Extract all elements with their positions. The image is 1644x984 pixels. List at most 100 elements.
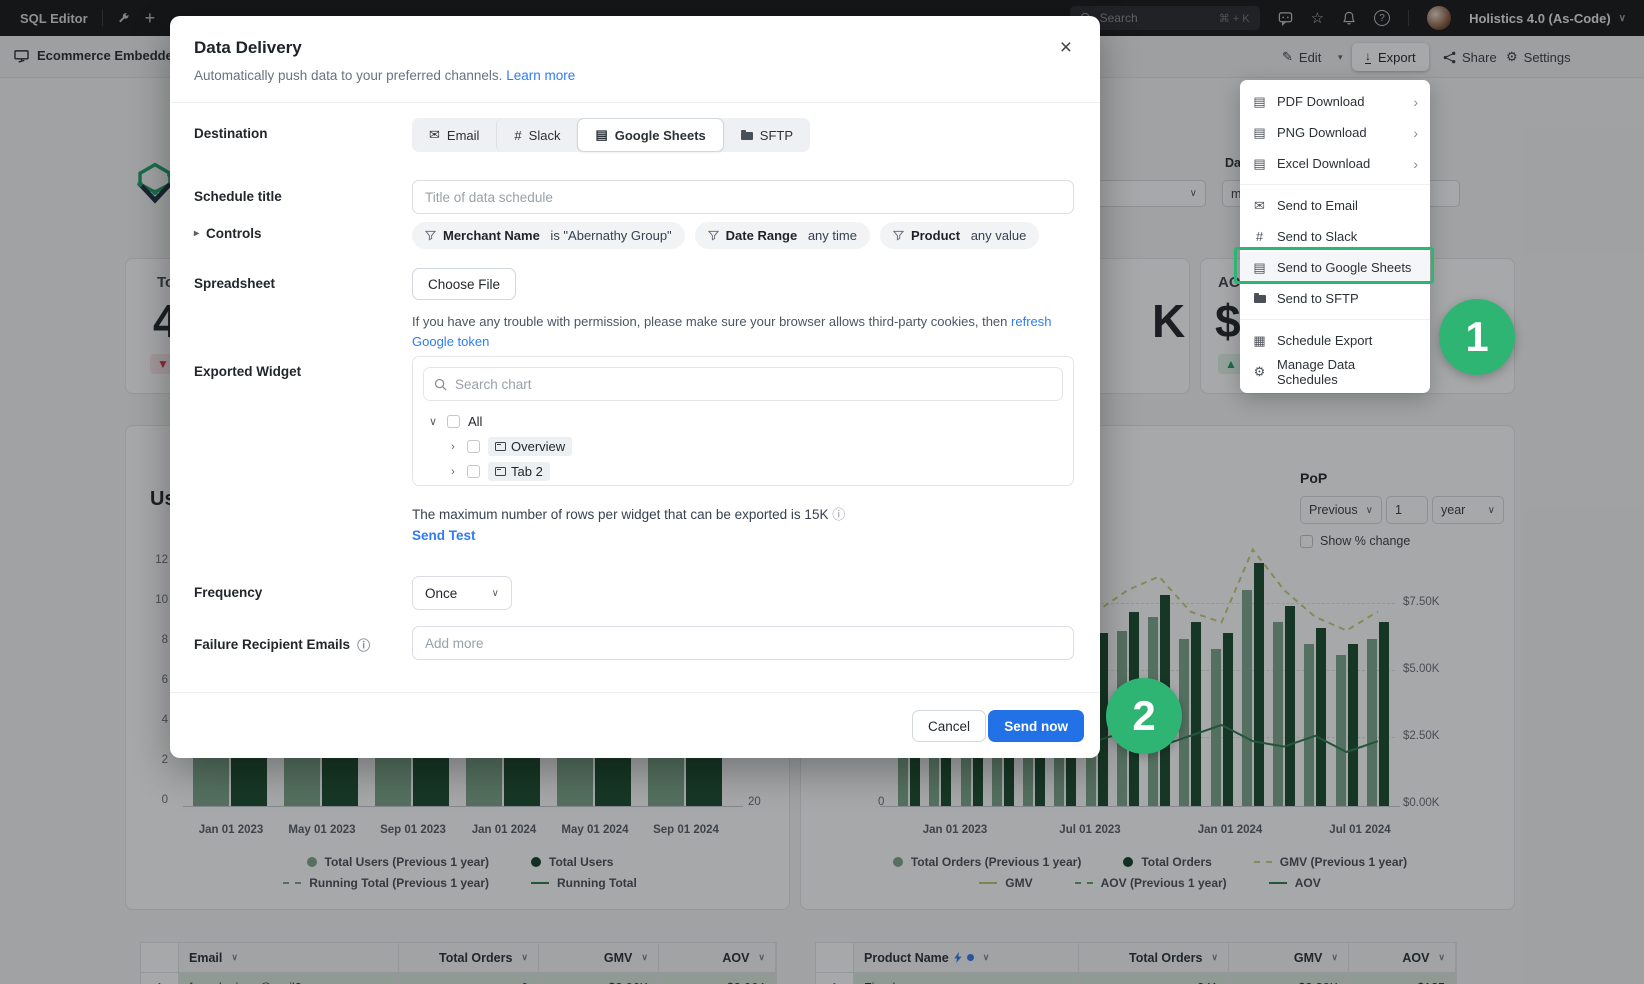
- filter-icon: [893, 230, 904, 241]
- tree-caret-icon[interactable]: ∨: [427, 415, 439, 428]
- gear-icon: ⚙: [1252, 364, 1267, 380]
- widget-tree: ∨ All › Overview › Tab 2: [423, 409, 1063, 484]
- menu-item-send-to-sftp[interactable]: Send to SFTP: [1240, 283, 1430, 314]
- export-menu: ▤ PDF Download › ▤ PNG Download › ▤ Excel Downl…: [1240, 80, 1430, 393]
- frequency-select[interactable]: Once ∨: [412, 576, 512, 610]
- data-delivery-modal: Data Delivery × Automatically push data …: [170, 16, 1100, 758]
- destination-tab-sftp[interactable]: SFTP: [724, 118, 810, 152]
- menu-item-label: Send to Slack: [1277, 229, 1357, 244]
- tree-caret-icon[interactable]: ›: [447, 466, 459, 478]
- tree-item-label: Tab 2: [511, 464, 543, 479]
- info-icon: ⓘ: [832, 507, 845, 522]
- screen: SQL Editor + Search ⌘ + K ☆ ?: [0, 0, 1644, 984]
- menu-divider: [1240, 319, 1430, 320]
- tree-tab-chip: Tab 2: [488, 462, 550, 481]
- controls-label: ▸ Controls: [194, 226, 262, 241]
- menu-item-label: Send to Email: [1277, 198, 1358, 213]
- tree-caret-icon[interactable]: ›: [447, 441, 459, 453]
- tree-checkbox[interactable]: [467, 465, 480, 478]
- modal-footer: Cancel Send now: [170, 692, 1100, 758]
- widget-search: [423, 367, 1063, 401]
- destination-tab-slack[interactable]: # Slack: [496, 118, 577, 152]
- choose-file-button[interactable]: Choose File: [412, 268, 516, 300]
- pdf-file-icon: ▤: [1252, 94, 1267, 110]
- menu-item-label: Manage Data Schedules: [1277, 357, 1418, 387]
- learn-more-link[interactable]: Learn more: [506, 68, 575, 83]
- send-test-link[interactable]: Send Test: [412, 528, 476, 543]
- close-icon[interactable]: ×: [1052, 32, 1080, 64]
- google-sheets-icon: ▤: [1252, 260, 1267, 276]
- tree-item[interactable]: ∨ All: [423, 409, 1063, 434]
- tree-tab-chip: Overview: [488, 437, 572, 456]
- tree-item[interactable]: › Tab 2: [423, 459, 1063, 484]
- search-icon: [434, 378, 447, 391]
- menu-divider: [1240, 184, 1430, 185]
- send-now-button[interactable]: Send now: [988, 710, 1084, 742]
- destination-tab-email[interactable]: ✉Email: [412, 118, 496, 152]
- modal-subtitle: Automatically push data to your preferre…: [194, 68, 575, 83]
- menu-item-pdf-download[interactable]: ▤ PDF Download ›: [1240, 86, 1430, 117]
- tree-checkbox[interactable]: [447, 415, 460, 428]
- slack-icon: #: [1252, 229, 1267, 244]
- widget-picker: ∨ All › Overview › Tab 2: [412, 356, 1074, 486]
- frequency-label: Frequency: [194, 585, 262, 600]
- destination-tab-label: Google Sheets: [615, 128, 706, 143]
- permission-note: If you have any trouble with permission,…: [412, 312, 1084, 352]
- failure-recipient-input[interactable]: [412, 626, 1074, 660]
- filter-field: Date Range: [726, 228, 798, 243]
- folder-icon: [741, 128, 753, 143]
- menu-item-send-to-google-sheets[interactable]: ▤Send to Google Sheets: [1240, 252, 1430, 283]
- menu-item-excel-download[interactable]: ▤ Excel Download ›: [1240, 148, 1430, 179]
- filter-chip[interactable]: Merchant Name is "Abernathy Group": [412, 222, 685, 249]
- submenu-arrow-icon: ›: [1413, 94, 1418, 110]
- destination-tab-label: SFTP: [760, 128, 793, 143]
- destination-label: Destination: [194, 126, 268, 141]
- control-filters: Merchant Name is "Abernathy Group" Date R…: [412, 222, 1074, 249]
- tree-checkbox[interactable]: [467, 440, 480, 453]
- tree-item-label: All: [468, 414, 482, 429]
- filter-chip[interactable]: Date Range any time: [695, 222, 870, 249]
- slack-icon: #: [514, 128, 521, 143]
- menu-item-label: Send to SFTP: [1277, 291, 1359, 306]
- menu-item-label: PNG Download: [1277, 125, 1367, 140]
- folder-icon: [1252, 291, 1267, 306]
- submenu-arrow-icon: ›: [1413, 125, 1418, 141]
- destination-tab-google-sheets[interactable]: ▤ Google Sheets: [577, 118, 723, 152]
- tree-item-label: Overview: [511, 439, 565, 454]
- filter-field: Merchant Name: [443, 228, 540, 243]
- destination-tabs: ✉Email # Slack ▤ Google Sheets SFTP: [412, 118, 810, 152]
- destination-tab-label: Slack: [529, 128, 561, 143]
- filter-value: is "Abernathy Group": [547, 228, 672, 243]
- excel-file-icon: ▤: [1252, 156, 1267, 172]
- cancel-button[interactable]: Cancel: [912, 710, 986, 742]
- max-rows-note: The maximum number of rows per widget th…: [412, 504, 845, 523]
- filter-icon: [708, 230, 719, 241]
- submenu-arrow-icon: ›: [1413, 156, 1418, 172]
- modal-title: Data Delivery: [194, 38, 302, 58]
- menu-item-manage-data-schedules[interactable]: ⚙ Manage Data Schedules: [1240, 356, 1430, 387]
- calendar-icon: ▦: [1252, 333, 1267, 349]
- schedule-title-input[interactable]: [412, 180, 1074, 214]
- google-sheets-icon: ▤: [595, 127, 607, 143]
- divider: [170, 102, 1100, 103]
- menu-item-png-download[interactable]: ▤ PNG Download ›: [1240, 117, 1430, 148]
- menu-item-label: Schedule Export: [1277, 333, 1372, 348]
- step-badge-1: 1: [1439, 299, 1515, 375]
- info-icon: ⓘ: [357, 635, 370, 654]
- filter-value: any value: [967, 228, 1026, 243]
- filter-chip[interactable]: Product any value: [880, 222, 1039, 249]
- exported-widget-label: Exported Widget: [194, 364, 301, 379]
- menu-item-label: Excel Download: [1277, 156, 1370, 171]
- menu-item-send-to-email[interactable]: ✉Send to Email: [1240, 190, 1430, 221]
- menu-item-label: PDF Download: [1277, 94, 1364, 109]
- spreadsheet-label: Spreadsheet: [194, 276, 275, 291]
- widget-search-input[interactable]: [455, 377, 1052, 392]
- filter-value: any time: [804, 228, 857, 243]
- tab-icon: [495, 467, 506, 476]
- caret-right-icon[interactable]: ▸: [194, 228, 199, 239]
- filter-field: Product: [911, 228, 960, 243]
- menu-item-schedule-export[interactable]: ▦ Schedule Export: [1240, 325, 1430, 356]
- menu-item-send-to-slack[interactable]: # Send to Slack: [1240, 221, 1430, 252]
- png-file-icon: ▤: [1252, 125, 1267, 141]
- tree-item[interactable]: › Overview: [423, 434, 1063, 459]
